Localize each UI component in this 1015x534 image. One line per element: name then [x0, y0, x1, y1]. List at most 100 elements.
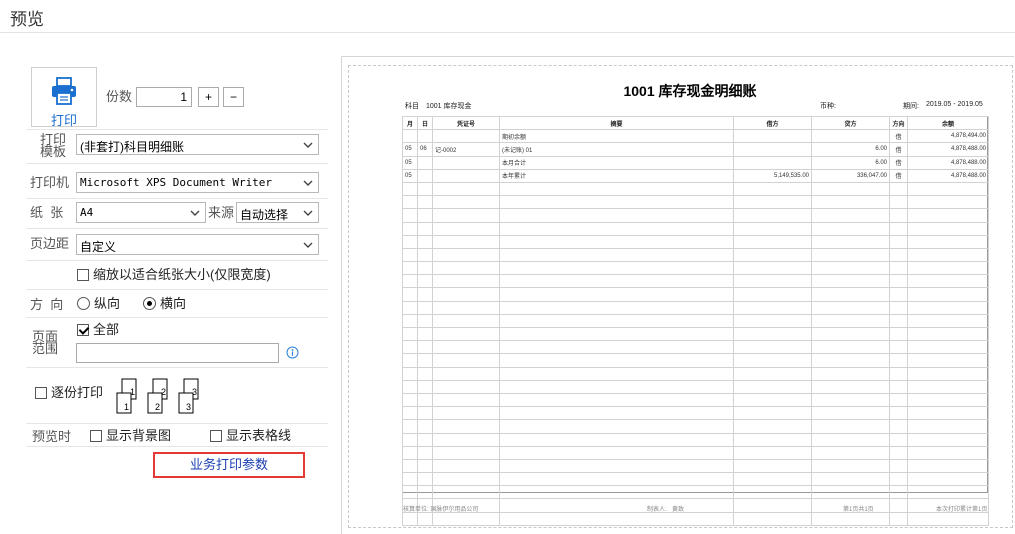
table-cell	[417, 392, 433, 408]
window-title: 预览	[10, 10, 44, 29]
table-cell: (未记账) 01	[499, 142, 734, 157]
table-row-empty	[402, 313, 989, 329]
table-cell	[811, 274, 890, 289]
table-cell	[499, 234, 734, 249]
preview-option-label: 预览时	[32, 429, 72, 444]
table-cell	[907, 353, 989, 368]
table-cell	[907, 208, 989, 223]
source-select-value: 自动选择	[240, 208, 289, 222]
source-select[interactable]: 自动选择	[236, 202, 319, 223]
table-cell	[402, 129, 418, 144]
template-select-value: (非套打)科目明细账	[80, 140, 184, 154]
table-cell	[907, 300, 989, 315]
table-cell: 4,878,488.00	[907, 168, 989, 183]
table-cell	[733, 221, 812, 236]
table-cell	[402, 208, 418, 223]
paper-select[interactable]: A4	[76, 202, 206, 223]
table-cell	[432, 366, 500, 381]
table-cell	[432, 195, 500, 210]
table-cell	[432, 155, 500, 170]
page-range-label-2: 范围	[32, 341, 59, 356]
table-cell	[417, 406, 433, 421]
table-row: 期初余额 借 4,878,494.00	[402, 129, 989, 144]
table-cell	[499, 181, 734, 197]
portrait-label: 纵向	[94, 296, 121, 311]
table-row-empty	[402, 419, 989, 434]
table-row-empty	[402, 195, 989, 210]
landscape-radio[interactable]	[143, 297, 156, 310]
table-cell	[907, 366, 989, 381]
margin-select-value: 自定义	[80, 240, 117, 254]
table-cell	[811, 485, 890, 500]
table-cell	[811, 340, 890, 355]
show-gridlines-checkbox[interactable]	[210, 430, 222, 442]
table-cell	[733, 498, 812, 513]
table-cell	[432, 458, 500, 474]
table-row: 05 本年累计 5,149,535.00 336,047.00 借 4,878,…	[402, 168, 989, 183]
column-header: 月	[402, 115, 418, 131]
table-cell	[889, 287, 908, 302]
orientation-label: 方 向	[30, 297, 64, 312]
table-row-empty	[402, 366, 989, 381]
table-cell	[432, 340, 500, 355]
show-background-checkbox[interactable]	[90, 430, 102, 442]
table-cell	[811, 247, 890, 263]
fit-to-width-checkbox[interactable]	[77, 269, 89, 281]
table-cell	[733, 195, 812, 210]
table-cell	[733, 485, 812, 500]
table-row-empty	[402, 181, 989, 197]
table-cell: 05	[402, 155, 418, 170]
margin-select[interactable]: 自定义	[76, 234, 319, 255]
table-cell	[811, 234, 890, 249]
business-print-params-button[interactable]: 业务打印参数	[153, 452, 305, 478]
table-cell	[417, 261, 433, 276]
table-cell	[417, 379, 433, 394]
table-cell	[811, 261, 890, 276]
template-select[interactable]: (非套打)科目明细账	[76, 134, 319, 155]
printer-select[interactable]: Microsoft XPS Document Writer	[76, 172, 319, 193]
portrait-radio[interactable]	[77, 297, 90, 310]
table-cell	[432, 274, 500, 289]
table-cell	[417, 195, 433, 210]
table-cell	[499, 445, 734, 460]
table-cell: 336,047.00	[811, 168, 890, 183]
table-cell	[499, 353, 734, 368]
table-cell	[907, 458, 989, 474]
table-cell	[733, 313, 812, 329]
table-cell	[811, 129, 890, 144]
table-row-empty	[402, 326, 989, 342]
table-cell	[417, 511, 433, 526]
table-cell	[811, 511, 890, 526]
all-pages-checkbox[interactable]	[77, 324, 89, 336]
paper-select-value: A4	[80, 206, 94, 219]
table-cell	[432, 326, 500, 342]
table-cell	[402, 326, 418, 342]
table-row-empty	[402, 261, 989, 276]
table-row-empty	[402, 472, 989, 487]
table-cell	[432, 234, 500, 249]
table-cell	[733, 340, 812, 355]
title-bar: 预览	[0, 0, 1015, 33]
info-icon[interactable]	[286, 346, 299, 359]
collate-pages-icon: 1 1 2 2 3 3	[116, 378, 199, 414]
table-cell	[432, 392, 500, 408]
period-label: 期间:	[903, 103, 919, 110]
fit-to-width-label: 缩放以适合纸张大小(仅限宽度)	[93, 267, 271, 282]
table-cell	[733, 155, 812, 170]
table-cell	[733, 234, 812, 249]
table-cell	[733, 142, 812, 157]
table-cell	[417, 432, 433, 447]
margin-label: 页边距	[30, 236, 70, 251]
chevron-down-icon	[303, 180, 313, 186]
table-row: 05 本月合计 6.00 借 4,878,488.00	[402, 155, 989, 170]
table-cell	[402, 472, 418, 487]
table-cell	[402, 485, 418, 500]
page-range-input[interactable]	[76, 343, 279, 363]
table-cell	[417, 168, 433, 183]
column-header: 余额	[907, 115, 989, 131]
collate-checkbox[interactable]	[35, 387, 47, 399]
table-cell	[889, 221, 908, 236]
table-cell	[733, 181, 812, 197]
table-cell	[432, 472, 500, 487]
table-cell	[811, 208, 890, 223]
